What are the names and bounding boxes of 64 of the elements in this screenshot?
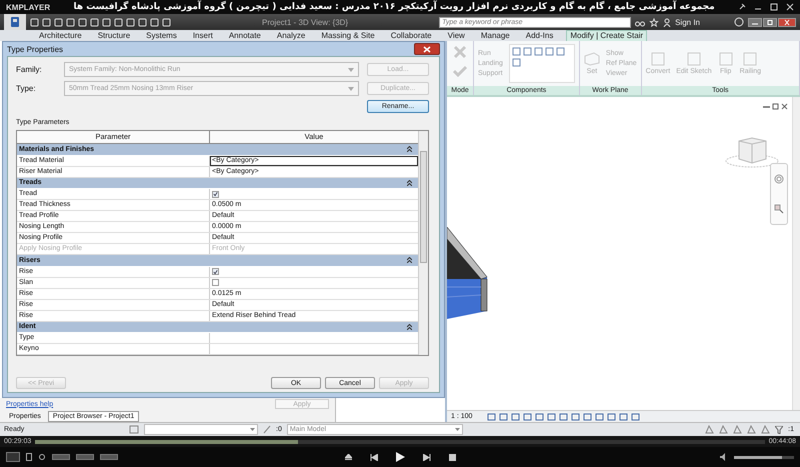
- field-label: Type:: [16, 84, 37, 93]
- minimize-icon[interactable]: [748, 18, 762, 26]
- close-icon[interactable]: [781, 103, 788, 110]
- video-title: مجموعه آموزشی جامع ، گام به گام و کاربردی نرم افزار رویت آرکیتکچر ۲۰۱۶ مدرس : سعید فدایی ( تیچرمن ) گروه آموزشی پادشاه گرافیست ها: [72, 2, 716, 12]
- collapse-icon[interactable]: [407, 146, 412, 152]
- restore-icon[interactable]: [763, 18, 777, 26]
- application-menu-button[interactable]: [4, 14, 26, 30]
- ribbon-tab[interactable]: Insert: [190, 31, 216, 41]
- maximize-icon[interactable]: [770, 3, 778, 11]
- close-button[interactable]: [414, 43, 440, 55]
- field-label: Family:: [16, 65, 43, 74]
- stop-icon[interactable]: [448, 454, 456, 460]
- player-logo: KMPLAYER: [6, 2, 50, 12]
- volume-slider[interactable]: [734, 456, 794, 458]
- filter-icon[interactable]: [775, 426, 784, 434]
- sign-in-link[interactable]: Sign In: [675, 18, 700, 26]
- checkmark-icon[interactable]: [453, 65, 467, 77]
- pin-icon[interactable]: [738, 3, 746, 11]
- tool-icon: [686, 52, 702, 66]
- ribbon-tab[interactable]: Architecture: [36, 31, 85, 41]
- previous-icon[interactable]: [370, 454, 378, 460]
- scrollbar[interactable]: [418, 131, 428, 355]
- collapse-icon[interactable]: [407, 180, 412, 186]
- collapse-icon[interactable]: [407, 257, 412, 264]
- eject-icon[interactable]: [344, 454, 352, 460]
- grid-plane-icon: [584, 52, 600, 66]
- close-icon[interactable]: [778, 18, 796, 26]
- ribbon-tab[interactable]: Modify | Create Stair: [566, 30, 648, 41]
- caret-icon: [454, 428, 460, 431]
- caret-icon: [348, 68, 354, 72]
- tool-icon: [718, 52, 734, 66]
- collapse-icon[interactable]: [407, 324, 412, 330]
- scrollbar[interactable]: [792, 97, 800, 410]
- ribbon-tab[interactable]: Structure: [94, 31, 134, 41]
- checkbox[interactable]: [212, 279, 219, 286]
- close-icon: [423, 46, 431, 52]
- caret-icon: [250, 428, 255, 431]
- tool-icon: [742, 52, 758, 66]
- next-icon[interactable]: [422, 454, 430, 460]
- caret-icon: [348, 86, 354, 90]
- ribbon-tab[interactable]: Analyze: [274, 31, 308, 41]
- ribbon-tab[interactable]: Add-Ins: [522, 31, 556, 41]
- speaker-icon[interactable]: [720, 453, 728, 461]
- ribbon-tab[interactable]: View: [444, 31, 468, 41]
- checkbox[interactable]: [212, 268, 219, 275]
- user-icon: [663, 18, 672, 26]
- window-title: Project1 - 3D View: {3D}: [260, 18, 350, 26]
- ribbon-tab[interactable]: Annotate: [226, 31, 264, 41]
- ribbon-tab[interactable]: Manage: [478, 31, 513, 41]
- seek-bar[interactable]: [35, 440, 765, 444]
- app-logo-icon: [10, 16, 20, 28]
- dialog-title: Type Properties: [7, 44, 64, 54]
- restore-icon[interactable]: [772, 103, 779, 110]
- ribbon-tab[interactable]: Collaborate: [388, 31, 435, 41]
- zoom-icon[interactable]: [774, 204, 784, 214]
- star-icon[interactable]: [649, 18, 660, 26]
- playlist-icon[interactable]: [26, 453, 32, 461]
- checkbox[interactable]: [212, 190, 219, 198]
- tool-icon: [650, 52, 666, 66]
- component-gallery[interactable]: [508, 44, 575, 83]
- steering-wheel-icon[interactable]: [774, 174, 784, 184]
- ribbon-tab[interactable]: Massing & Site: [318, 31, 378, 41]
- play-icon[interactable]: [396, 452, 404, 462]
- ribbon-tab[interactable]: Systems: [143, 31, 180, 41]
